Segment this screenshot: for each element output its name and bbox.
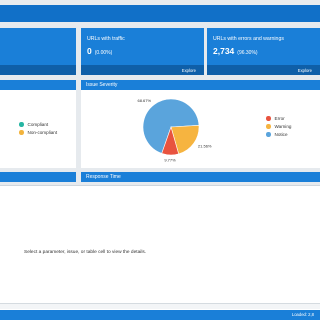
panel-header (0, 80, 76, 90)
compliance-panel: Compliant Non-compliant (0, 80, 76, 168)
summary-tile-1 (0, 28, 76, 75)
left-lower-panel (0, 172, 76, 182)
pie-label-notice: 68.67% (138, 98, 152, 103)
legend-dot (266, 132, 271, 137)
horizontal-scrollbar[interactable] (0, 303, 320, 309)
legend-item-non-compliant[interactable]: Non-compliant (19, 130, 57, 135)
legend-label: Compliant (27, 122, 49, 127)
legend-item-compliant[interactable]: Compliant (19, 122, 48, 127)
traffic-tile: URLs with traffic 0 (0.00%) Explore (81, 28, 204, 75)
header-bar (0, 5, 320, 22)
status-text: Loaded: 2,8 (291, 312, 314, 317)
legend-label: Warning (274, 124, 292, 129)
tile-percent: (0.00%) (94, 50, 113, 56)
tile-count: 0 (87, 46, 92, 56)
tile-title: URLs with traffic (87, 36, 125, 42)
tile-footer: Explore (81, 65, 204, 75)
legend-item-notice[interactable]: Notice (266, 132, 288, 137)
pie-label-warning: 21.56% (198, 143, 212, 148)
legend-label: Notice (274, 132, 288, 137)
details-placeholder-text: Select a parameter, issue, or table cell… (24, 250, 147, 255)
tile-title: URLs with errors and warnings (213, 36, 284, 42)
tile-count: 2,734 (213, 46, 235, 56)
pie-label-error: 9.77% (164, 157, 176, 162)
details-area (0, 185, 320, 311)
issue-severity-pie-chart[interactable]: 68.67% 21.56% 9.77% (131, 93, 251, 168)
tile-percent: (96.30%) (237, 50, 258, 56)
panel-header: Issue Severity (81, 80, 320, 90)
tile-value: 2,734 (96.30%) (213, 46, 258, 56)
tile-footer: Explore (207, 65, 320, 75)
legend-dot (266, 124, 271, 129)
legend-label: Error (274, 116, 285, 121)
status-bar: Loaded: 2,8 (0, 310, 320, 320)
panel-header: Response Time (81, 172, 320, 182)
response-time-panel: Response Time (81, 172, 320, 182)
legend-item-error[interactable]: Error (266, 116, 285, 121)
panel-header (0, 172, 76, 182)
legend-dot (19, 130, 24, 135)
tile-value: 0 (0.00%) (87, 46, 112, 56)
legend-dot (19, 122, 24, 127)
explore-link[interactable]: Explore (298, 68, 312, 73)
tile-footer (0, 65, 76, 75)
legend-label: Non-compliant (27, 130, 58, 135)
legend-dot (266, 116, 271, 121)
errors-warnings-tile: URLs with errors and warnings 2,734 (96.3… (207, 28, 320, 75)
explore-link[interactable]: Explore (182, 68, 196, 73)
legend-item-warning[interactable]: Warning (266, 124, 291, 129)
issue-severity-panel: Issue Severity 68.67% 21.56% 9.77% Error W… (81, 80, 320, 168)
